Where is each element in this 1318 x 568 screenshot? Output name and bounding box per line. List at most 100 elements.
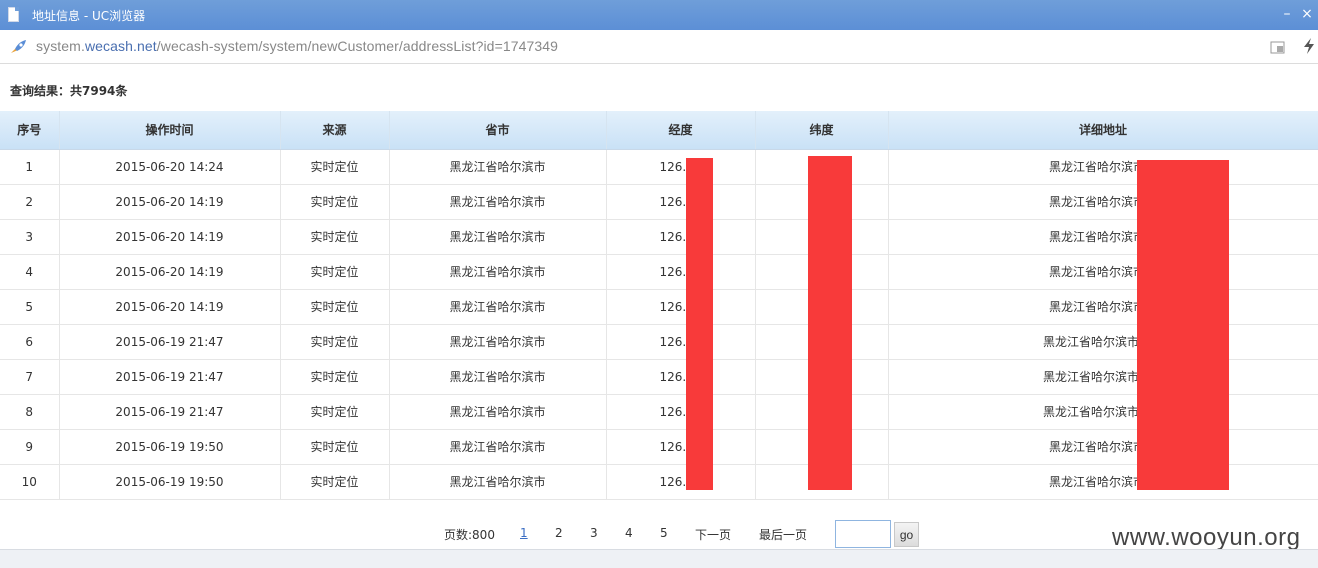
window-title: 地址信息 - UC浏览器 (32, 9, 146, 23)
cell-source: 实时定位 (280, 359, 390, 395)
cell-source: 实时定位 (280, 429, 390, 465)
redaction-mark-longitude (686, 158, 713, 490)
page-link-2[interactable]: 2 (555, 526, 563, 540)
table-row: 32015-06-20 14:19实时定位黑龙江省哈尔滨市126.5945.黑龙… (0, 219, 1318, 255)
window-titlebar: 地址信息 - UC浏览器 – × (0, 0, 1318, 30)
cell-source: 实时定位 (280, 149, 390, 185)
cell-time: 2015-06-19 21:47 (59, 394, 281, 430)
cell-time: 2015-06-20 14:19 (59, 184, 281, 220)
table-row: 52015-06-20 14:19实时定位黑龙江省哈尔滨市126.5945.黑龙… (0, 289, 1318, 325)
cell-city: 黑龙江省哈尔滨市 (389, 429, 607, 465)
address-table: 序号 操作时间 来源 省市 经度 纬度 详细地址 1 2015-06-20 14:… (0, 111, 1318, 500)
table-row: 42015-06-20 14:19实时定位黑龙江省哈尔滨市126.5945.黑龙… (0, 254, 1318, 290)
cell-no: 5 (0, 289, 60, 325)
table-header-row: 序号 操作时间 来源 省市 经度 纬度 详细地址 (0, 111, 1318, 150)
table-row: 102015-06-19 19:50实时定位黑龙江省哈尔滨市126.5945.黑… (0, 464, 1318, 500)
status-bar (0, 549, 1318, 568)
cell-address: 黑龙江省哈尔滨市道 (888, 149, 1318, 185)
cell-city: 黑龙江省哈尔滨市 (389, 359, 607, 395)
cell-no: 9 (0, 429, 60, 465)
table-row: 72015-06-19 21:47实时定位黑龙江省哈尔滨市126.6245.黑龙… (0, 359, 1318, 395)
header-time: 操作时间 (59, 111, 281, 150)
cell-longitude: 126.59 (606, 219, 756, 255)
last-page-link[interactable]: 最后一页 (759, 526, 807, 543)
page-count: 页数:800 (444, 528, 495, 542)
page-link-1[interactable]: 1 (520, 526, 528, 540)
header-address: 详细地址 (888, 111, 1318, 150)
cell-source: 实时定位 (280, 219, 390, 255)
table-row: 82015-06-19 21:47实时定位黑龙江省哈尔滨市126.6245.黑龙… (0, 394, 1318, 430)
cell-longitude: 126.62 (606, 394, 756, 430)
document-icon (8, 7, 19, 22)
cell-longitude: 126.59 (606, 464, 756, 500)
address-bar[interactable]: system.wecash.net/wecash-system/system/n… (0, 30, 1318, 64)
page-number-input[interactable] (835, 520, 891, 548)
cell-longitude: 126.59 (606, 429, 756, 465)
minimize-button[interactable]: – (1278, 4, 1296, 24)
cell-no: 4 (0, 254, 60, 290)
cell-address: 黑龙江省哈尔滨市道 (888, 464, 1318, 500)
cell-no: 2 (0, 184, 60, 220)
table-row: 92015-06-19 19:50实时定位黑龙江省哈尔滨市126.5945.黑龙… (0, 429, 1318, 465)
rocket-icon (11, 40, 26, 53)
query-result-count: 查询结果：共7994条 (10, 84, 128, 98)
go-button[interactable]: go (894, 522, 919, 547)
page-link-5[interactable]: 5 (660, 526, 668, 540)
page-link-4[interactable]: 4 (625, 526, 633, 540)
header-city: 省市 (389, 111, 607, 150)
cell-time: 2015-06-19 21:47 (59, 324, 281, 360)
url-prefix: system. (36, 38, 85, 54)
cell-longitude: 126.59 (606, 149, 756, 185)
cell-city: 黑龙江省哈尔滨市 (389, 184, 607, 220)
table-row: 12015-06-20 14:24实时定位黑龙江省哈尔滨市126.5945.黑龙… (0, 149, 1318, 185)
cell-no: 8 (0, 394, 60, 430)
cell-city: 黑龙江省哈尔滨市 (389, 464, 607, 500)
cell-no: 7 (0, 359, 60, 395)
redaction-mark-address (1137, 160, 1229, 490)
cell-time: 2015-06-20 14:19 (59, 289, 281, 325)
cell-address: 黑龙江省哈尔滨市道 (888, 184, 1318, 220)
cell-address: 黑龙江省哈尔滨市道 (888, 429, 1318, 465)
cell-time: 2015-06-20 14:19 (59, 254, 281, 290)
table-row: 62015-06-19 21:47实时定位黑龙江省哈尔滨市126.6245.黑龙… (0, 324, 1318, 360)
cell-address: 黑龙江省哈尔滨市道 (888, 254, 1318, 290)
lightning-icon[interactable] (1302, 37, 1316, 55)
table-row: 22015-06-20 14:19实时定位黑龙江省哈尔滨市126.5945.黑龙… (0, 184, 1318, 220)
cell-address: 黑龙江省哈尔滨市道 (888, 289, 1318, 325)
cell-city: 黑龙江省哈尔滨市 (389, 219, 607, 255)
cell-source: 实时定位 (280, 394, 390, 430)
cell-source: 实时定位 (280, 289, 390, 325)
header-longitude: 经度 (606, 111, 756, 150)
page-link-3[interactable]: 3 (590, 526, 598, 540)
cell-time: 2015-06-19 19:50 (59, 429, 281, 465)
cell-source: 实时定位 (280, 254, 390, 290)
lock-icon[interactable] (1270, 39, 1286, 55)
cell-time: 2015-06-19 21:47 (59, 359, 281, 395)
cell-city: 黑龙江省哈尔滨市 (389, 149, 607, 185)
cell-address: 黑龙江省哈尔滨市道里 (888, 324, 1318, 360)
url-host: wecash.net (84, 38, 157, 54)
cell-longitude: 126.59 (606, 184, 756, 220)
url-path: /wecash-system/system/newCustomer/addres… (156, 38, 559, 54)
cell-city: 黑龙江省哈尔滨市 (389, 254, 607, 290)
cell-longitude: 126.62 (606, 359, 756, 395)
cell-source: 实时定位 (280, 184, 390, 220)
cell-address: 黑龙江省哈尔滨市道里 (888, 359, 1318, 395)
cell-address: 黑龙江省哈尔滨市道里 (888, 394, 1318, 430)
cell-city: 黑龙江省哈尔滨市 (389, 394, 607, 430)
redaction-mark-latitude (808, 156, 852, 490)
header-no: 序号 (0, 111, 60, 150)
cell-source: 实时定位 (280, 464, 390, 500)
url-text[interactable]: system.wecash.net/wecash-system/system/n… (36, 38, 558, 54)
next-page-link[interactable]: 下一页 (695, 526, 731, 543)
close-button[interactable]: × (1298, 4, 1316, 24)
cell-city: 黑龙江省哈尔滨市 (389, 289, 607, 325)
cell-no: 6 (0, 324, 60, 360)
header-latitude: 纬度 (755, 111, 889, 150)
header-source: 来源 (280, 111, 390, 150)
cell-time: 2015-06-20 14:19 (59, 219, 281, 255)
cell-no: 10 (0, 464, 60, 500)
cell-time: 2015-06-19 19:50 (59, 464, 281, 500)
watermark: www.wooyun.org (1112, 524, 1301, 551)
cell-longitude: 126.62 (606, 324, 756, 360)
